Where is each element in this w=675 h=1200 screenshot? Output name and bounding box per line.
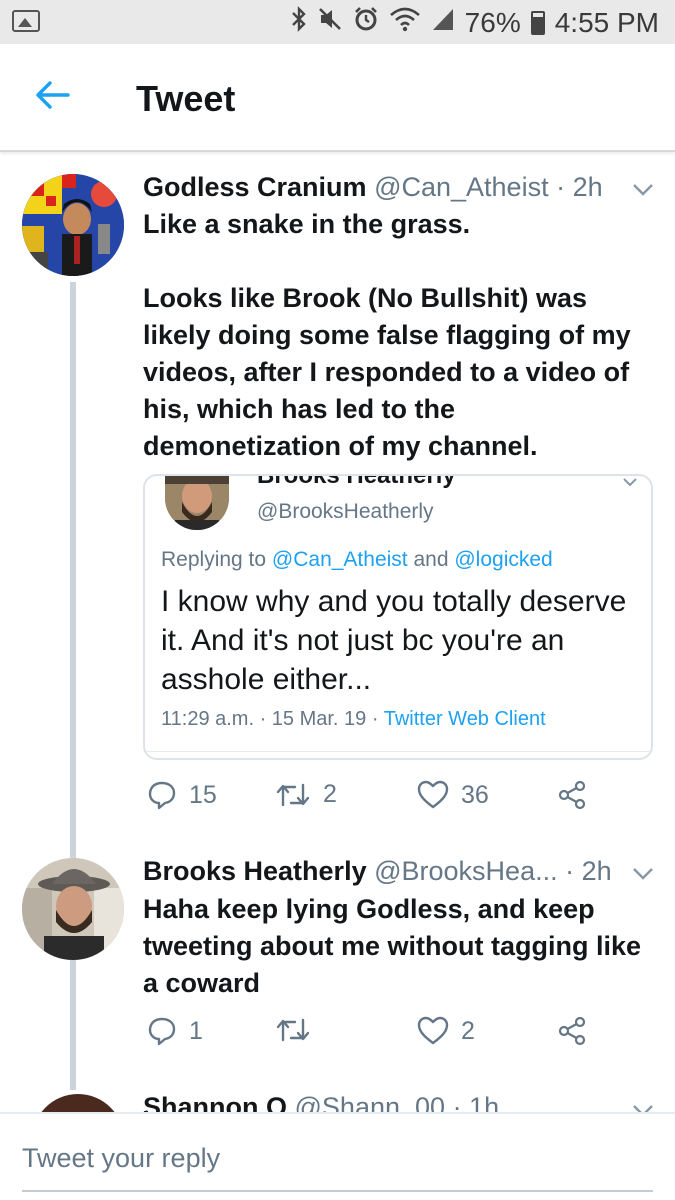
quoted-tweet-card[interactable]: Brooks Heatherly @BrooksHeatherly Replyi… [143,474,653,760]
input-underline [22,1190,653,1192]
author-handle[interactable]: @Can_Atheist [374,172,549,202]
like-button[interactable]: 36 [417,780,489,810]
page-title: Tweet [136,78,236,119]
like-count: 2 [461,1016,475,1045]
quoted-tweet-text: I know why and you totally deserve it. A… [161,585,627,696]
signal-icon [431,6,455,39]
author-name[interactable]: Godless Cranium [143,172,367,202]
reply-input[interactable] [22,1138,654,1178]
alarm-icon [353,6,379,39]
reply-icon [147,780,177,810]
image-icon [12,10,40,32]
retweet-count: 2 [323,780,337,808]
like-button[interactable]: 2 [417,1016,475,1046]
status-bar: 76% 4:55 PM [0,0,675,44]
retweet-button[interactable]: 2 [275,780,337,809]
back-arrow-icon[interactable] [34,80,70,110]
share-icon [557,1016,587,1046]
avatar[interactable] [22,858,124,960]
replying-to-line: Replying to @Can_Atheist and @logicked [161,548,553,572]
retweet-button[interactable] [275,1016,323,1044]
tweet-actions: 15 2 36 [143,780,653,820]
retweet-icon [275,781,311,809]
tweet-text: Haha keep lying Godless, and keep tweeti… [143,894,641,998]
quoted-author-handle: @BrooksHeatherly [257,500,434,523]
mention-link[interactable]: @Can_Atheist [272,548,408,571]
share-button[interactable] [557,1016,587,1046]
quoted-avatar [165,476,229,530]
mute-icon [317,6,343,39]
replying-and: and [407,548,455,571]
tweet-actions: 1 2 [143,1016,653,1056]
reply-button[interactable]: 15 [147,780,217,810]
reply-button[interactable]: 1 [147,1016,203,1046]
client-link[interactable]: Twitter Web Client [384,708,546,730]
reply-count: 15 [189,780,217,809]
tweet-time: · 2h [556,172,603,202]
clock-time: 4:55 PM [554,6,659,38]
chevron-down-icon[interactable] [632,183,654,197]
replying-prefix: Replying to [161,548,272,571]
heart-icon [417,780,449,810]
heart-icon [417,1016,449,1046]
tweet-text-paragraph: Looks like Brook (No Bullshit) was likel… [143,283,631,461]
retweet-icon [275,1016,311,1044]
thread-connector-line [70,964,76,1090]
wifi-icon [389,6,421,39]
chevron-down-icon [623,476,637,487]
quoted-tweet-meta: 11:29 a.m. · 15 Mar. 19 · Twitter Web Cl… [161,708,546,731]
author-handle[interactable]: @BrooksHea... [374,856,557,886]
tweet-text: Like a snake in the grass. Looks like Br… [143,206,658,465]
share-icon [557,780,587,810]
share-button[interactable] [557,780,587,810]
status-icons: 76% 4:55 PM [291,6,659,39]
mention-link[interactable]: @logicked [454,548,552,571]
tweet-header: Brooks Heatherly @BrooksHea... · 2h [143,856,612,887]
reply-icon [147,1016,177,1046]
author-name[interactable]: Brooks Heatherly [143,856,367,886]
chevron-down-icon[interactable] [632,867,654,881]
tweet-time: · 2h [565,856,612,886]
reply-composer [0,1112,675,1200]
divider [145,751,651,752]
battery-percent: 76% [464,6,521,38]
reply-count: 1 [189,1016,203,1045]
app-header: Tweet [0,44,675,152]
quoted-author-name: Brooks Heatherly [257,474,456,489]
tweet-text-line: Like a snake in the grass. [143,209,471,239]
tweet-header: Godless Cranium @Can_Atheist · 2h [143,172,603,203]
avatar[interactable] [22,174,124,276]
quoted-timestamp: 11:29 a.m. · 15 Mar. 19 · [161,708,384,730]
like-count: 36 [461,780,489,809]
battery-icon [530,10,545,35]
bluetooth-icon [291,6,307,39]
